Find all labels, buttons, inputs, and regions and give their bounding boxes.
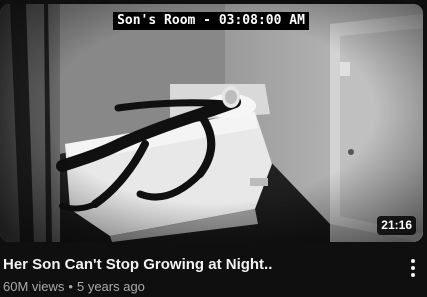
duration-badge: 21:16 bbox=[377, 216, 416, 235]
kebab-dot bbox=[411, 273, 415, 277]
meta-separator: • bbox=[68, 279, 73, 294]
cctv-timestamp-caption: Son's Room - 03:08:00 AM bbox=[113, 12, 309, 30]
video-card[interactable]: Son's Room - 03:08:00 AM 21:16 Her Son C… bbox=[0, 0, 427, 297]
kebab-menu-icon[interactable] bbox=[407, 257, 419, 279]
kebab-dot bbox=[411, 259, 415, 263]
thumbnail-image bbox=[0, 4, 423, 242]
video-title[interactable]: Her Son Can't Stop Growing at Night.. bbox=[3, 256, 393, 274]
upload-age: 5 years ago bbox=[76, 279, 145, 294]
view-count: 60M views bbox=[3, 279, 65, 294]
video-thumbnail[interactable]: Son's Room - 03:08:00 AM 21:16 bbox=[0, 4, 423, 242]
video-metadata: 60M views • 5 years ago bbox=[3, 279, 145, 295]
kebab-dot bbox=[411, 266, 415, 270]
